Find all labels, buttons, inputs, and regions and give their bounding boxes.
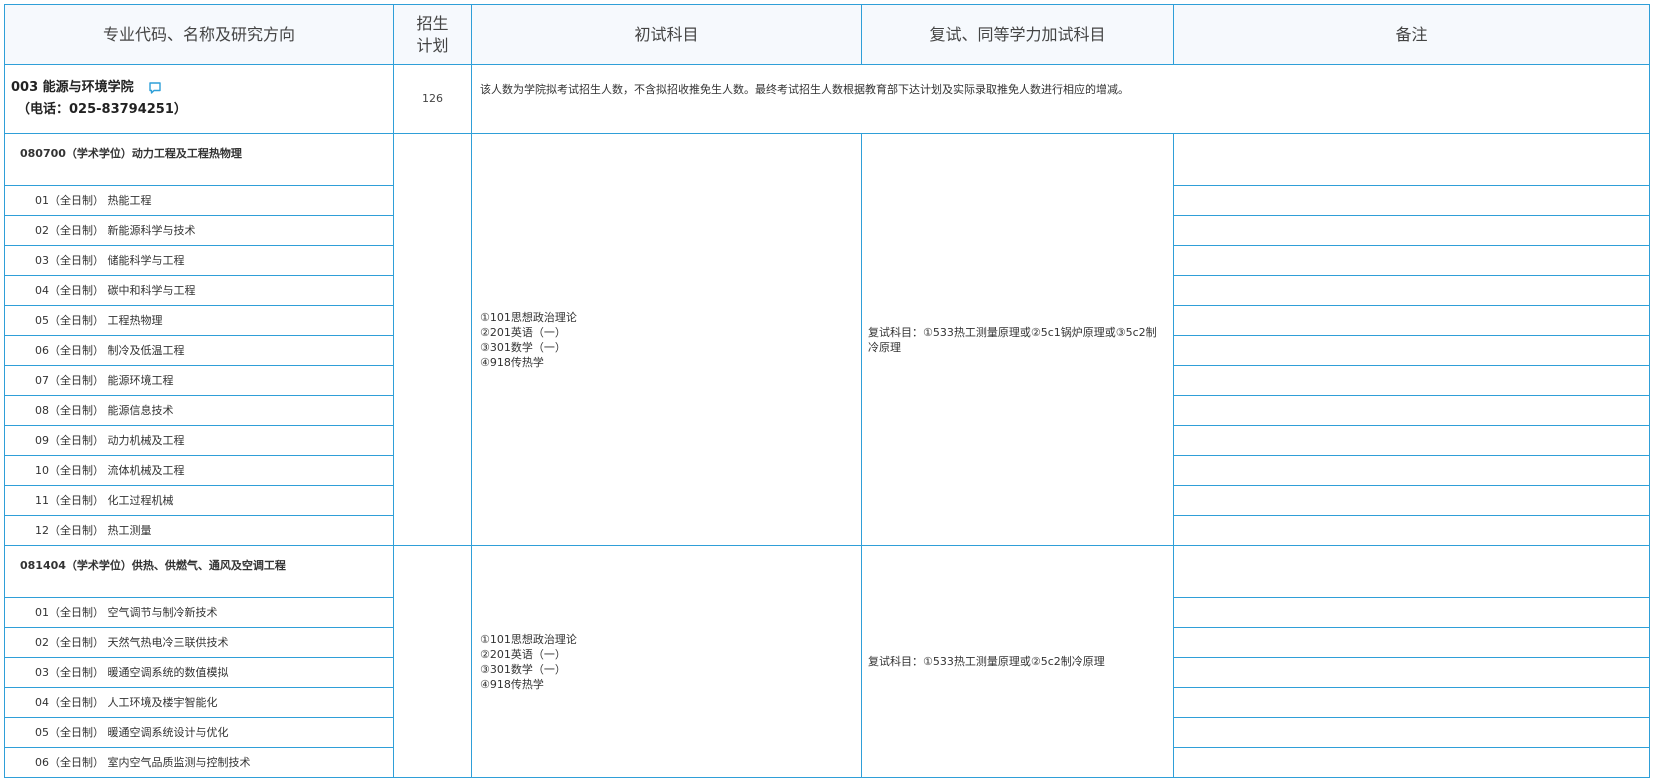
major-title: 080700（学术学位）动力工程及工程热物理: [4, 133, 394, 186]
table-body: 003 能源与环境学院 （电话：025-83794251） 126 该人数为学院…: [4, 64, 1650, 778]
initial-subjects-cell: ①101思想政治理论 ②201英语（一） ③301数学（一） ④918传热学: [471, 133, 862, 546]
header-major: 专业代码、名称及研究方向: [4, 4, 394, 65]
college-name-line: 003 能源与环境学院: [11, 77, 387, 99]
header-initial-subjects: 初试科目: [471, 4, 862, 65]
table-header-row: 专业代码、名称及研究方向 招生 计划 初试科目 复试、同等学力加试科目 备注: [4, 4, 1650, 65]
admission-table-container: 专业代码、名称及研究方向 招生 计划 初试科目 复试、同等学力加试科目 备注 0…: [4, 4, 1650, 778]
research-direction: 04（全日制） 碳中和科学与工程: [4, 275, 394, 306]
major-row: 081404（学术学位）供热、供燃气、通风及空调工程 ①101思想政治理论 ②201…: [4, 545, 1650, 778]
header-plan-line1: 招生: [416, 13, 449, 33]
retest-subjects-cell: 复试科目：①533热工测量原理或②5c2制冷原理: [861, 545, 1174, 778]
remark-cell: [1173, 275, 1650, 306]
remark-cell: [1173, 597, 1650, 628]
major-row: 080700（学术学位）动力工程及工程热物理 ①101思想政治理论 ②201英语（一…: [4, 133, 1650, 546]
initial-subject-item: ④918传热学: [480, 677, 544, 691]
remark-cell: [1173, 133, 1650, 186]
research-direction: 02（全日制） 天然气热电冷三联供技术: [4, 627, 394, 658]
remark-cell: [1173, 365, 1650, 396]
research-direction: 01（全日制） 空气调节与制冷新技术: [4, 597, 394, 628]
research-direction: 11（全日制） 化工过程机械: [4, 485, 394, 516]
college-row: 003 能源与环境学院 （电话：025-83794251） 126 该人数为学院…: [4, 64, 1650, 134]
research-direction: 06（全日制） 室内空气品质监测与控制技术: [4, 747, 394, 778]
remark-cell: [1173, 425, 1650, 456]
college-note: 该人数为学院拟考试招生人数，不含拟招收推免生人数。最终考试招生人数根据教育部下达…: [471, 64, 1650, 134]
remark-cell: [1173, 627, 1650, 658]
remark-cell: [1173, 305, 1650, 336]
header-retest-subjects: 复试、同等学力加试科目: [861, 4, 1174, 65]
remark-cell: [1173, 395, 1650, 426]
retest-subjects-cell: 复试科目：①533热工测量原理或②5c1锅炉原理或③5c2制冷原理: [861, 133, 1174, 546]
remark-cell: [1173, 335, 1650, 366]
header-remarks: 备注: [1173, 4, 1650, 65]
chat-bubble-icon[interactable]: [148, 81, 162, 95]
remark-cell: [1173, 687, 1650, 718]
remark-cell: [1173, 747, 1650, 778]
research-direction: 02（全日制） 新能源科学与技术: [4, 215, 394, 246]
major-title: 081404（学术学位）供热、供燃气、通风及空调工程: [4, 545, 394, 598]
remark-cell: [1173, 657, 1650, 688]
header-plan: 招生 计划: [393, 4, 472, 65]
research-direction: 01（全日制） 热能工程: [4, 185, 394, 216]
research-direction: 05（全日制） 暖通空调系统设计与优化: [4, 717, 394, 748]
research-direction: 06（全日制） 制冷及低温工程: [4, 335, 394, 366]
major-plan-cell: [393, 133, 472, 546]
initial-subject-item: ①101思想政治理论: [480, 310, 577, 324]
initial-subject-item: ②201英语（一）: [480, 647, 566, 661]
header-plan-line2: 计划: [416, 35, 449, 55]
major-plan-cell: [393, 545, 472, 778]
research-direction: 09（全日制） 动力机械及工程: [4, 425, 394, 456]
research-direction: 12（全日制） 热工测量: [4, 515, 394, 546]
remark-cell: [1173, 215, 1650, 246]
research-direction: 03（全日制） 储能科学与工程: [4, 245, 394, 276]
research-direction: 05（全日制） 工程热物理: [4, 305, 394, 336]
remark-cell: [1173, 717, 1650, 748]
admission-table: 专业代码、名称及研究方向 招生 计划 初试科目 复试、同等学力加试科目 备注 0…: [4, 4, 1650, 778]
college-info-cell: 003 能源与环境学院 （电话：025-83794251）: [4, 64, 394, 134]
initial-subject-item: ③301数学（一）: [480, 662, 566, 676]
research-direction: 03（全日制） 暖通空调系统的数值模拟: [4, 657, 394, 688]
initial-subject-item: ④918传热学: [480, 355, 544, 369]
remark-cell: [1173, 485, 1650, 516]
remark-cell: [1173, 455, 1650, 486]
remark-cell: [1173, 515, 1650, 546]
remark-cell: [1173, 245, 1650, 276]
college-name: 003 能源与环境学院: [11, 80, 134, 95]
research-direction: 10（全日制） 流体机械及工程: [4, 455, 394, 486]
research-direction: 04（全日制） 人工环境及楼宇智能化: [4, 687, 394, 718]
research-direction: 08（全日制） 能源信息技术: [4, 395, 394, 426]
research-direction: 07（全日制） 能源环境工程: [4, 365, 394, 396]
remark-cell: [1173, 185, 1650, 216]
college-phone: （电话：025-83794251）: [17, 102, 187, 117]
initial-subject-item: ①101思想政治理论: [480, 632, 577, 646]
initial-subject-item: ②201英语（一）: [480, 325, 566, 339]
remark-cell: [1173, 545, 1650, 598]
initial-subject-item: ③301数学（一）: [480, 340, 566, 354]
college-plan-count: 126: [393, 64, 472, 134]
initial-subjects-cell: ①101思想政治理论 ②201英语（一） ③301数学（一） ④918传热学: [471, 545, 862, 778]
